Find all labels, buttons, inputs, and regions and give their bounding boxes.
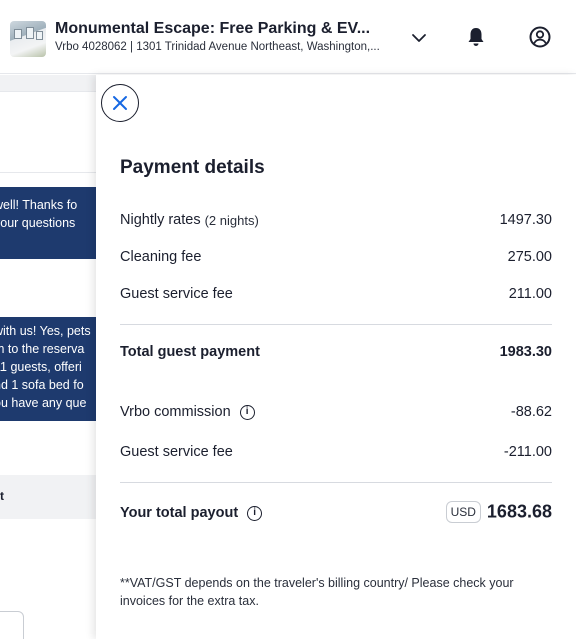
property-thumbnail[interactable]: [10, 21, 46, 57]
chat-input-box[interactable]: [0, 611, 24, 639]
chat-top-strip: [0, 75, 96, 91]
property-title[interactable]: Monumental Escape: Free Parking & EV...: [55, 20, 385, 38]
thumbnail-window: [14, 29, 22, 39]
chat-card: [0, 91, 96, 173]
payment-details-panel: Payment details Nightly rates (2 nights) …: [96, 75, 576, 639]
row-value: -211.00: [503, 444, 552, 460]
thumbnail-window: [26, 27, 34, 39]
payout-amount: 1683.68: [486, 501, 552, 522]
message-line: nd 1 sofa bed fo: [0, 378, 84, 392]
row-note: (2 nights): [204, 212, 259, 228]
vat-footnote: **VAT/GST depends on the traveler's bill…: [120, 576, 514, 608]
info-icon[interactable]: i: [239, 404, 255, 420]
row-label: Guest service fee: [120, 444, 233, 460]
row-label: Cleaning fee: [120, 249, 202, 265]
message-line: 11 guests, offeri: [0, 360, 82, 374]
message-bubble: well! Thanks fo your questions: [0, 187, 96, 259]
row-value: -88.62: [510, 404, 552, 420]
message-line: m to the reserva: [0, 342, 85, 356]
row-label: Nightly rates: [120, 212, 201, 228]
row-label: Your total payout: [120, 505, 239, 521]
row-label: Total guest payment: [120, 344, 260, 360]
message-bubble: with us! Yes, pets m to the reserva 11 g…: [0, 317, 96, 421]
divider: [120, 324, 552, 325]
chat-info-label: t: [0, 489, 4, 503]
chat-info-row: t: [0, 475, 96, 519]
message-line: ou have any que: [0, 396, 87, 410]
close-button[interactable]: [101, 84, 139, 122]
close-icon: [113, 96, 127, 110]
chat-background: well! Thanks fo your questions with us! …: [0, 75, 96, 639]
row-label: Guest service fee: [120, 286, 233, 302]
thumbnail-window: [36, 31, 43, 40]
message-line: well! Thanks fo: [0, 198, 78, 212]
row-value: 211.00: [508, 286, 552, 302]
account-icon[interactable]: [526, 23, 554, 51]
row-label: Vrbo commission: [120, 404, 231, 420]
panel-title: Payment details: [120, 157, 265, 178]
row-value: 1497.30: [499, 212, 552, 228]
currency-badge: USD: [445, 501, 481, 523]
bell-icon[interactable]: [462, 23, 490, 51]
total-payout-row: Your total payout i USD 1683.68: [120, 501, 552, 533]
row-value: 1983.30: [499, 344, 552, 360]
conversation-header: Monumental Escape: Free Parking & EV... …: [0, 0, 576, 74]
message-line: your questions: [0, 216, 76, 230]
chevron-down-icon[interactable]: [405, 24, 433, 52]
divider: [120, 482, 552, 483]
row-value: 275.00: [507, 249, 552, 265]
info-icon[interactable]: i: [247, 505, 263, 521]
property-subtitle: Vrbo 4028062 | 1301 Trinidad Avenue Nort…: [55, 41, 380, 53]
message-line: with us! Yes, pets: [0, 324, 91, 338]
